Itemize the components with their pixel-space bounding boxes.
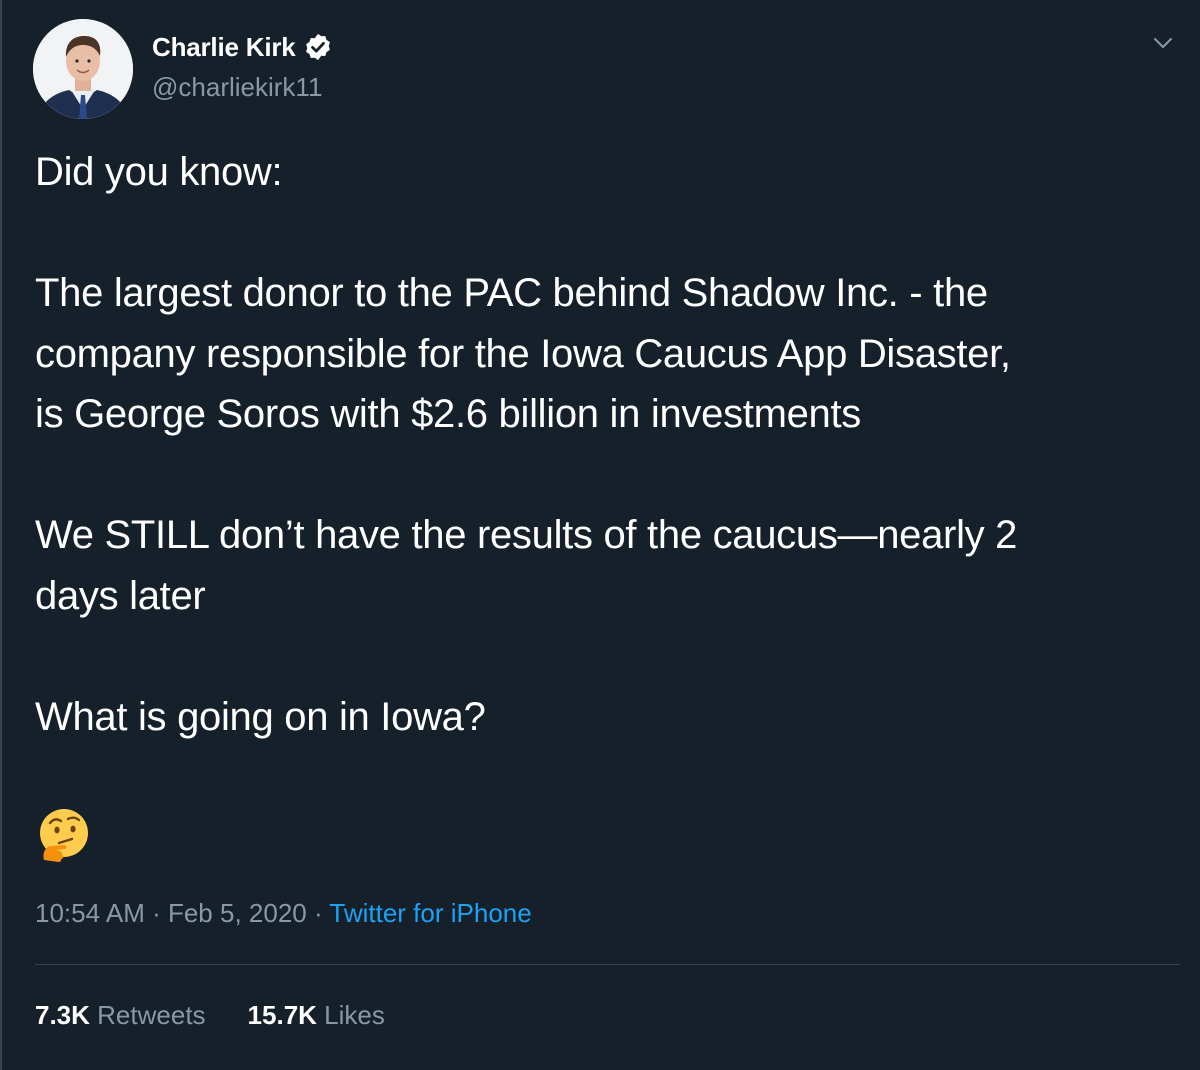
chevron-down-icon[interactable] <box>1150 30 1176 56</box>
tweet-time[interactable]: 10:54 AM <box>35 898 145 928</box>
divider <box>35 964 1180 965</box>
author-name-row[interactable]: Charlie Kirk <box>152 29 333 65</box>
retweets-count: 7.3K <box>35 1000 90 1030</box>
tweet-date[interactable]: Feb 5, 2020 <box>168 898 307 928</box>
avatar[interactable] <box>33 19 133 119</box>
tweet-paragraph: The largest donor to the PAC behind Shad… <box>35 271 1011 436</box>
tweet-card: Charlie Kirk @charliekirk11 Did you know… <box>0 0 1200 1070</box>
meta-separator: · <box>144 898 168 928</box>
tweet-paragraph: What is going on in Iowa? <box>35 694 486 739</box>
retweets-label: Retweets <box>97 1000 206 1030</box>
retweets-stat[interactable]: 7.3K Retweets <box>35 1000 206 1031</box>
tweet-paragraph: We STILL don’t have the results of the c… <box>35 513 1018 618</box>
tweet-stats: 7.3K Retweets 15.7K Likes <box>35 1000 385 1031</box>
tweet-source-link[interactable]: Twitter for iPhone <box>329 898 531 928</box>
tweet-paragraph: Did you know: <box>35 150 283 194</box>
thinking-face-icon <box>36 806 92 862</box>
left-border <box>0 0 2 1070</box>
tweet-text: Did you know: The largest donor to the P… <box>35 142 1185 747</box>
verified-badge-icon <box>303 32 333 62</box>
meta-separator: · <box>306 898 330 928</box>
likes-count: 15.7K <box>247 1000 317 1030</box>
likes-stat[interactable]: 15.7K Likes <box>248 1000 385 1031</box>
author-name[interactable]: Charlie Kirk <box>152 32 296 63</box>
author-handle[interactable]: @charliekirk11 <box>152 72 322 103</box>
likes-label: Likes <box>324 1000 385 1030</box>
tweet-meta: 10:54 AM · Feb 5, 2020 · Twitter for iPh… <box>35 898 532 929</box>
